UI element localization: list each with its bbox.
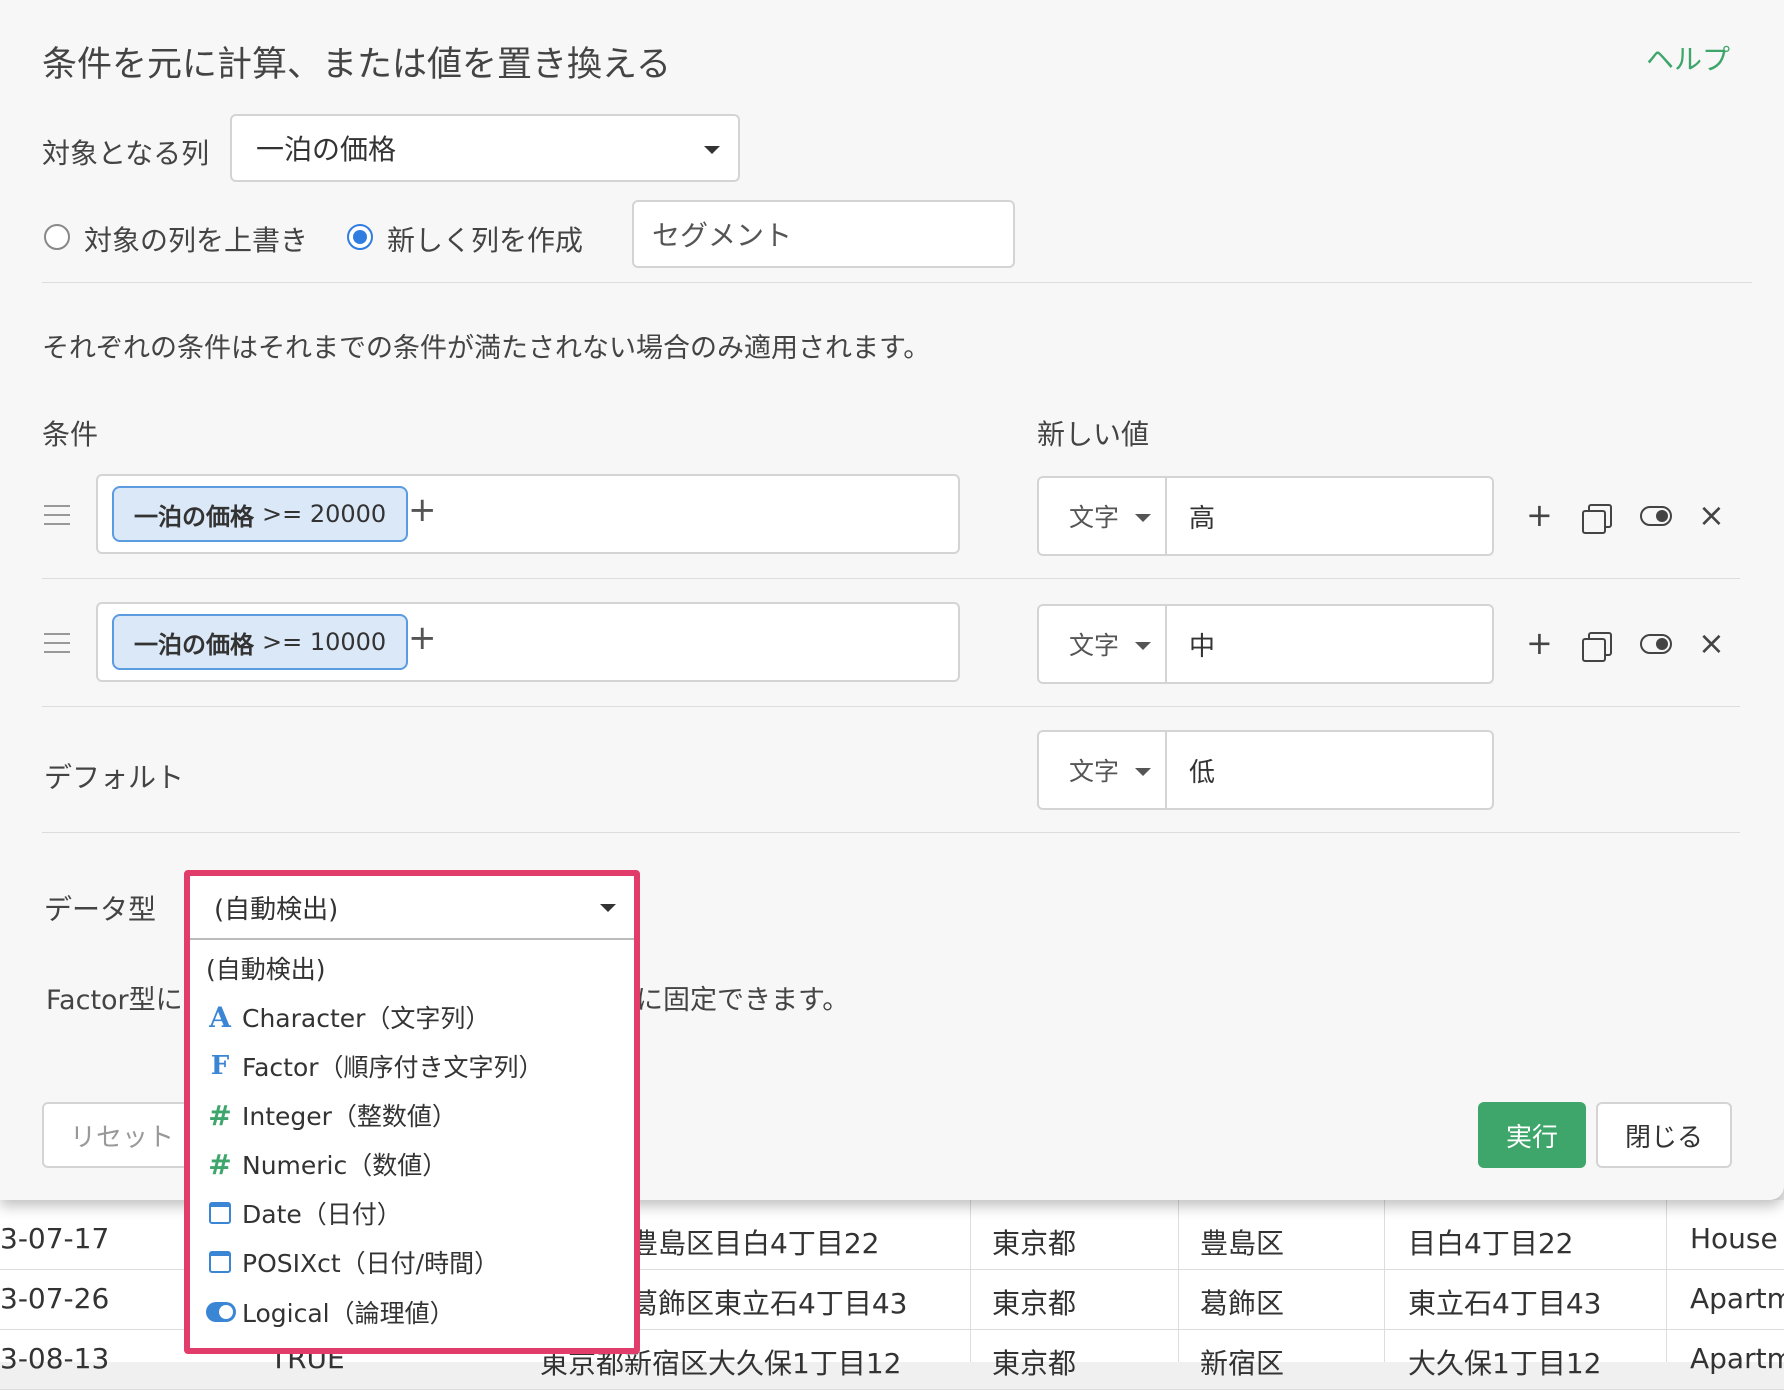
- condition-box[interactable]: 一泊の価格 >= 10000 +: [96, 602, 960, 682]
- table-cell: 東京都: [992, 1347, 1077, 1380]
- divider: [42, 578, 1740, 579]
- drag-handle-icon[interactable]: [44, 505, 70, 525]
- table-divider: [1666, 1200, 1667, 1362]
- target-column-value: 一泊の価格: [256, 133, 397, 166]
- condition-operator: >= 10000: [262, 628, 387, 656]
- target-column-label: 対象となる列: [42, 137, 210, 170]
- condition-column: 一泊の価格: [134, 630, 254, 659]
- condition-column: 一泊の価格: [134, 502, 254, 531]
- condition-box[interactable]: 一泊の価格 >= 20000 +: [96, 474, 960, 554]
- table-cell: 東立石4丁目43: [1408, 1287, 1602, 1320]
- divider: [42, 282, 1752, 283]
- radio-overwrite-label: 対象の列を上書き: [84, 224, 309, 257]
- chevron-down-icon: [1135, 514, 1151, 522]
- radio-overwrite[interactable]: [44, 224, 70, 250]
- toggle-visibility-icon[interactable]: [1640, 506, 1672, 526]
- factor-note-right: に固定できます。: [636, 985, 850, 1016]
- table-cell: 葛飾区東立石4丁目43: [630, 1287, 908, 1320]
- run-button[interactable]: 実行: [1478, 1102, 1586, 1168]
- default-label: デフォルト: [44, 761, 185, 794]
- condition-chip[interactable]: 一泊の価格 >= 10000: [112, 614, 409, 670]
- close-button[interactable]: 閉じる: [1596, 1102, 1732, 1168]
- default-type-label: 文字: [1069, 757, 1120, 786]
- table-cell: 新宿区: [1200, 1347, 1285, 1380]
- divider: [42, 706, 1740, 707]
- close-icon[interactable]: ×: [1698, 496, 1725, 534]
- table-cell: Apartme: [1690, 1342, 1784, 1375]
- value-type-label: 文字: [1069, 503, 1120, 532]
- new-column-name-input[interactable]: セグメント: [632, 200, 1015, 268]
- factor-note-left: Factor型に: [46, 985, 183, 1016]
- table-cell: 3-08-13: [0, 1342, 110, 1375]
- table-cell: 豊島区目白4丁目22: [630, 1227, 880, 1260]
- help-link[interactable]: ヘルプ: [1646, 38, 1730, 78]
- condition-note: それぞれの条件はそれまでの条件が満たされない場合のみ適用されます。: [42, 333, 931, 364]
- new-column-name-value: セグメント: [652, 219, 793, 252]
- table-cell: 3-07-17: [0, 1222, 110, 1255]
- add-condition-plus-icon[interactable]: +: [408, 618, 437, 658]
- highlight-frame: [184, 870, 640, 1354]
- table-cell: 東京都: [992, 1227, 1077, 1260]
- divider: [42, 832, 1740, 833]
- table-cell: 豊島区: [1200, 1227, 1285, 1260]
- value-group: 文字 高: [1037, 476, 1494, 556]
- new-value-header: 新しい値: [1037, 418, 1150, 451]
- data-type-label: データ型: [44, 893, 157, 926]
- table-divider: [970, 1200, 971, 1362]
- close-icon[interactable]: ×: [1698, 624, 1725, 662]
- default-value-input[interactable]: 低: [1189, 752, 1215, 789]
- new-value-input[interactable]: 高: [1189, 498, 1215, 535]
- chevron-down-icon: [1135, 642, 1151, 650]
- radio-new-column-label: 新しく列を作成: [387, 224, 584, 257]
- radio-new-column[interactable]: [347, 224, 373, 250]
- target-column-select[interactable]: 一泊の価格: [230, 114, 740, 182]
- value-type-label: 文字: [1069, 631, 1120, 660]
- table-divider: [1384, 1200, 1385, 1362]
- chevron-down-icon: [1135, 768, 1151, 776]
- table-cell: 目白4丁目22: [1408, 1227, 1574, 1260]
- copy-icon[interactable]: [1582, 504, 1612, 534]
- value-type-select[interactable]: 文字: [1039, 478, 1167, 554]
- condition-chip[interactable]: 一泊の価格 >= 20000: [112, 486, 409, 542]
- add-condition-plus-icon[interactable]: +: [408, 490, 437, 530]
- table-cell: 3-07-26: [0, 1282, 110, 1315]
- drag-handle-icon[interactable]: [44, 633, 70, 653]
- reset-button[interactable]: リセット: [42, 1102, 192, 1168]
- table-cell: 東京都: [992, 1287, 1077, 1320]
- condition-header: 条件: [42, 418, 99, 451]
- dialog-title: 条件を元に計算、または値を置き換える: [42, 45, 671, 85]
- add-row-plus-icon[interactable]: +: [1526, 624, 1553, 662]
- table-cell: Apartme: [1690, 1282, 1784, 1315]
- table-cell: House: [1690, 1222, 1778, 1255]
- copy-icon[interactable]: [1582, 632, 1612, 662]
- condition-operator: >= 20000: [262, 500, 387, 528]
- table-cell: 大久保1丁目12: [1408, 1347, 1602, 1380]
- chevron-down-icon: [704, 146, 720, 154]
- value-type-select[interactable]: 文字: [1039, 606, 1167, 682]
- table-divider: [1178, 1200, 1179, 1362]
- toggle-visibility-icon[interactable]: [1640, 634, 1672, 654]
- add-row-plus-icon[interactable]: +: [1526, 496, 1553, 534]
- value-group: 文字 中: [1037, 604, 1494, 684]
- new-value-input[interactable]: 中: [1189, 626, 1215, 663]
- table-cell: 葛飾区: [1200, 1287, 1285, 1320]
- default-value-group: 文字 低: [1037, 730, 1494, 810]
- default-type-select[interactable]: 文字: [1039, 732, 1167, 808]
